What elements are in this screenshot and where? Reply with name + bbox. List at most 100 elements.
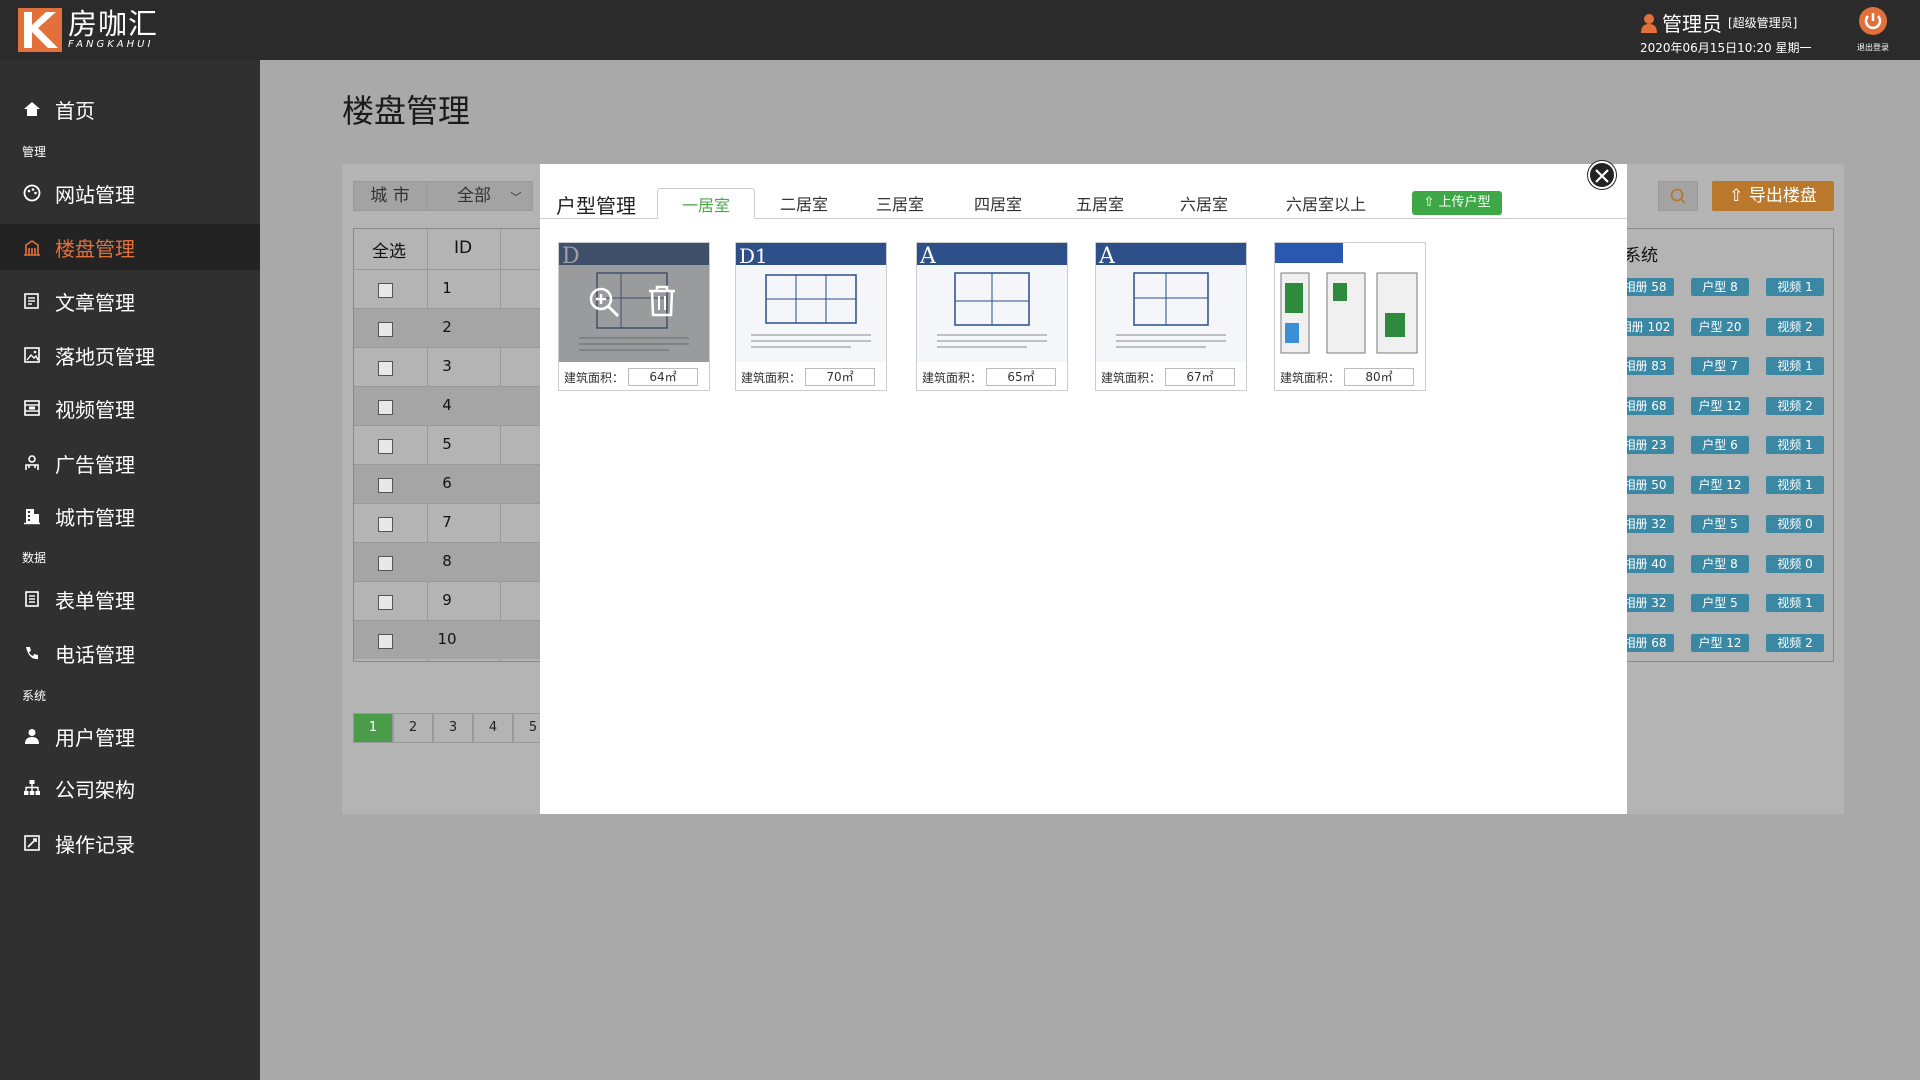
search-button[interactable] bbox=[1658, 181, 1698, 211]
row-checkbox[interactable] bbox=[378, 439, 393, 454]
unit-tag[interactable]: 户型 12 bbox=[1691, 476, 1749, 494]
unit-tag[interactable]: 户型 6 bbox=[1691, 436, 1749, 454]
phone-icon bbox=[22, 643, 42, 663]
tab-6br[interactable]: 六居室 bbox=[1158, 188, 1250, 219]
unit-card[interactable]: D1 建筑面积： 70㎡ bbox=[735, 242, 887, 391]
sidebar-item-landing[interactable]: 落地页管理 bbox=[0, 332, 260, 378]
video-tag[interactable]: 视频 1 bbox=[1766, 594, 1824, 612]
video-tag[interactable]: 视频 2 bbox=[1766, 634, 1824, 652]
tab-1br[interactable]: 一居室 bbox=[657, 188, 755, 219]
unit-tag[interactable]: 户型 5 bbox=[1691, 594, 1749, 612]
sidebar-item-article[interactable]: 文章管理 bbox=[0, 278, 260, 324]
sidebar-group-manage: 管理 bbox=[22, 145, 47, 159]
row-checkbox[interactable] bbox=[378, 478, 393, 493]
export-button[interactable]: ⇧ 导出楼盘 bbox=[1712, 181, 1834, 211]
sidebar-item-label: 用户管理 bbox=[55, 725, 135, 750]
row-checkbox[interactable] bbox=[378, 634, 393, 649]
area-input[interactable]: 67㎡ bbox=[1165, 368, 1236, 386]
card-letter: D1 bbox=[739, 244, 768, 268]
row-checkbox[interactable] bbox=[378, 361, 393, 376]
unit-tag[interactable]: 户型 5 bbox=[1691, 515, 1749, 533]
close-button[interactable] bbox=[1588, 161, 1616, 189]
unit-card[interactable]: A 建筑面积： 65㎡ bbox=[916, 242, 1068, 391]
unit-tag[interactable]: 户型 12 bbox=[1691, 397, 1749, 415]
image-icon bbox=[22, 345, 42, 365]
unit-card[interactable]: 建筑面积： 80㎡ bbox=[1274, 242, 1426, 391]
upload-icon: ⇧ bbox=[1423, 195, 1435, 210]
table-row: 1 bbox=[354, 269, 542, 308]
sidebar-item-form[interactable]: 表单管理 bbox=[0, 576, 260, 622]
video-tag[interactable]: 视频 1 bbox=[1766, 357, 1824, 375]
card-caption: 建筑面积： 67㎡ bbox=[1096, 363, 1246, 391]
video-tag[interactable]: 视频 2 bbox=[1766, 397, 1824, 415]
video-tag[interactable]: 视频 1 bbox=[1766, 436, 1824, 454]
logout-button[interactable]: 退出登录 bbox=[1852, 6, 1894, 53]
close-icon bbox=[1595, 168, 1609, 187]
page-4[interactable]: 4 bbox=[473, 713, 513, 743]
video-tag[interactable]: 视频 0 bbox=[1766, 515, 1824, 533]
video-tag[interactable]: 视频 2 bbox=[1766, 318, 1824, 336]
unit-tag[interactable]: 户型 7 bbox=[1691, 357, 1749, 375]
city-select[interactable]: 全部 ﹀ bbox=[427, 182, 532, 210]
zoom-in-icon[interactable] bbox=[587, 285, 621, 323]
ad-icon bbox=[22, 453, 42, 473]
page-1[interactable]: 1 bbox=[353, 713, 393, 743]
sidebar-item-label: 视频管理 bbox=[55, 397, 135, 422]
card-caption: 建筑面积： 70㎡ bbox=[736, 363, 886, 391]
trash-icon[interactable] bbox=[647, 285, 677, 321]
area-input[interactable]: 64㎡ bbox=[628, 368, 699, 386]
video-tag[interactable]: 视频 1 bbox=[1766, 278, 1824, 296]
video-tag[interactable]: 视频 1 bbox=[1766, 476, 1824, 494]
sidebar-item-home[interactable]: 首页 bbox=[0, 86, 260, 132]
tab-5br[interactable]: 五居室 bbox=[1054, 188, 1146, 219]
video-tag[interactable]: 视频 0 bbox=[1766, 555, 1824, 573]
sidebar-item-website[interactable]: 网站管理 bbox=[0, 170, 260, 216]
row-checkbox[interactable] bbox=[378, 517, 393, 532]
sidebar-item-label: 楼盘管理 bbox=[55, 236, 135, 261]
id-header: ID bbox=[454, 238, 473, 258]
select-all-header[interactable]: 全选 bbox=[372, 229, 406, 269]
sidebar-item-log[interactable]: 操作记录 bbox=[0, 820, 260, 866]
logout-label: 退出登录 bbox=[1857, 43, 1889, 52]
tab-4br[interactable]: 四居室 bbox=[952, 188, 1044, 219]
unit-tag[interactable]: 户型 8 bbox=[1691, 555, 1749, 573]
city-filter[interactable]: 城 市 全部 ﹀ bbox=[353, 181, 533, 211]
org-icon bbox=[22, 778, 42, 798]
area-input[interactable]: 70㎡ bbox=[805, 368, 876, 386]
unit-tag[interactable]: 户型 20 bbox=[1691, 318, 1749, 336]
sidebar-item-user[interactable]: 用户管理 bbox=[0, 713, 260, 759]
chevron-down-icon: ﹀ bbox=[510, 191, 522, 204]
unit-card[interactable]: D 建筑面积： 64㎡ bbox=[558, 242, 710, 391]
logo: 房咖汇 FANGKAHUI bbox=[18, 8, 158, 52]
pagination: 1 2 3 4 5 bbox=[353, 713, 553, 743]
page-3[interactable]: 3 bbox=[433, 713, 473, 743]
upload-unit-button[interactable]: ⇧ 上传户型 bbox=[1412, 191, 1502, 215]
table-row: 2 bbox=[354, 308, 542, 347]
tab-2br[interactable]: 二居室 bbox=[758, 188, 850, 219]
row-checkbox[interactable] bbox=[378, 322, 393, 337]
sidebar-item-ad[interactable]: 广告管理 bbox=[0, 440, 260, 486]
page-2[interactable]: 2 bbox=[393, 713, 433, 743]
tab-6br-plus[interactable]: 六居室以上 bbox=[1262, 188, 1390, 219]
sidebar-item-city[interactable]: 城市管理 bbox=[0, 493, 260, 539]
row-checkbox[interactable] bbox=[378, 283, 393, 298]
sidebar-item-video[interactable]: 视频管理 bbox=[0, 385, 260, 431]
sidebar-group-data: 数据 bbox=[22, 551, 47, 565]
area-input[interactable]: 80㎡ bbox=[1344, 368, 1415, 386]
row-checkbox[interactable] bbox=[378, 595, 393, 610]
row-checkbox[interactable] bbox=[378, 400, 393, 415]
unit-tag[interactable]: 户型 8 bbox=[1691, 278, 1749, 296]
export-icon: ⇧ bbox=[1729, 186, 1744, 206]
sidebar-item-org[interactable]: 公司架构 bbox=[0, 765, 260, 811]
unit-tag[interactable]: 户型 12 bbox=[1691, 634, 1749, 652]
user-icon bbox=[22, 726, 42, 746]
unit-type-modal: 户型管理 一居室 二居室 三居室 四居室 五居室 六居室 六居室以上 ⇧ 上传户… bbox=[540, 161, 1627, 814]
table-row: 7 bbox=[354, 503, 542, 542]
sidebar-item-phone[interactable]: 电话管理 bbox=[0, 630, 260, 676]
tab-3br[interactable]: 三居室 bbox=[854, 188, 946, 219]
unit-card[interactable]: A 建筑面积： 67㎡ bbox=[1095, 242, 1247, 391]
sidebar-item-property[interactable]: 楼盘管理 bbox=[0, 224, 260, 270]
card-caption: 建筑面积： 64㎡ bbox=[559, 363, 709, 391]
row-checkbox[interactable] bbox=[378, 556, 393, 571]
area-input[interactable]: 65㎡ bbox=[986, 368, 1057, 386]
